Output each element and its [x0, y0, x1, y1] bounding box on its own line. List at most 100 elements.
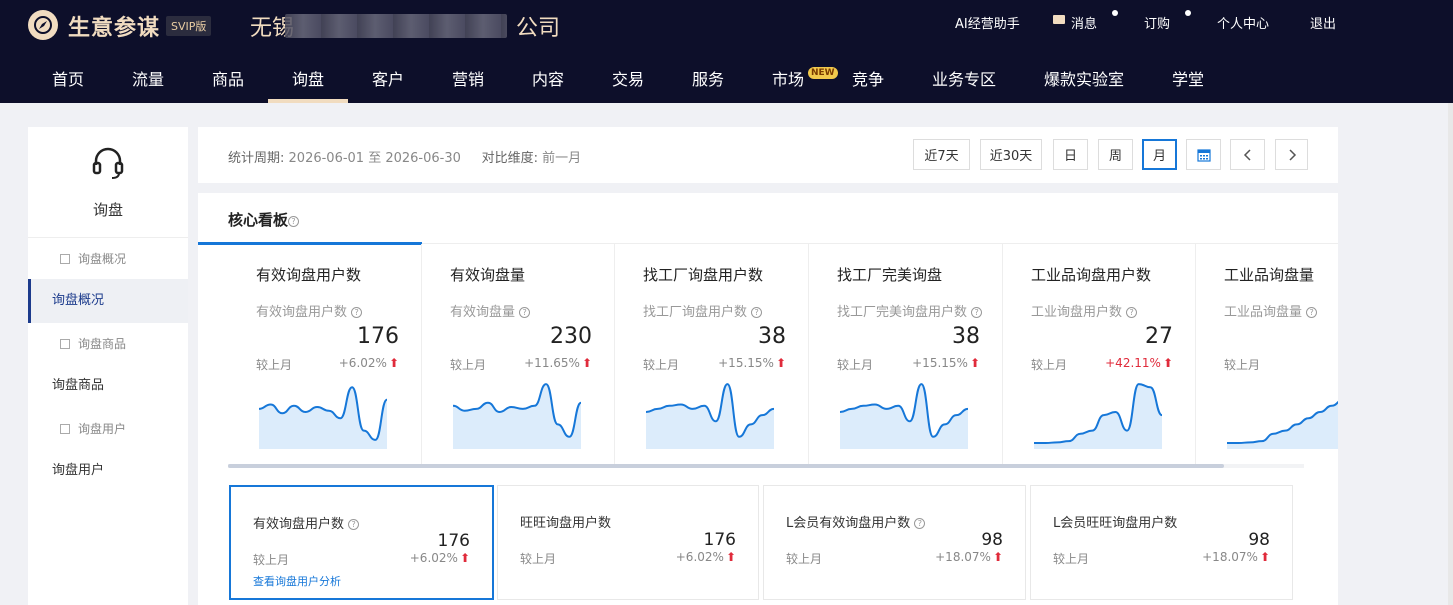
trend-sparkline — [258, 386, 388, 449]
arrow-up-icon: ⬆ — [992, 550, 1003, 564]
sidebar-item-products-sub[interactable]: 询盘商品 — [28, 322, 188, 366]
logout-link[interactable]: 退出 — [1310, 13, 1336, 32]
metric-value: 38 — [952, 324, 980, 349]
arrow-up-icon: ⬆ — [581, 356, 592, 370]
main-nav: 首页 流量 商品 询盘 客户 营销 内容 交易 服务 市场 竞争 业务专区 爆款… — [0, 54, 1453, 103]
nav-content[interactable]: 内容 — [532, 66, 564, 90]
metric-card-effective-inquiries[interactable]: 有效询盘量 有效询盘量 ? 230 较上月 +11.65% ⬆ — [422, 244, 615, 464]
help-icon[interactable]: ? — [1306, 307, 1318, 318]
document-icon — [60, 339, 70, 349]
brand-name[interactable]: 生意参谋 — [68, 10, 160, 42]
personal-center-link[interactable]: 个人中心 — [1217, 13, 1269, 32]
help-icon[interactable]: ? — [1126, 307, 1138, 318]
metric-subtitle: 工业品询盘量 ? — [1224, 301, 1318, 320]
metric-title: 找工厂完美询盘 — [837, 266, 943, 284]
cards-scroll-thumb[interactable] — [228, 464, 1224, 468]
metric-title: 工业品询盘量 — [1224, 266, 1315, 284]
metric-compare-label: 较上月 — [450, 358, 487, 372]
nav-marketing[interactable]: 营销 — [452, 66, 484, 90]
sub-metric-change: +6.02% ⬆ — [676, 550, 736, 564]
nav-trade[interactable]: 交易 — [612, 66, 644, 90]
metric-card-industrial-inquiries[interactable]: 工业品询盘量 工业品询盘量 ? 较上月 — [1196, 244, 1338, 464]
sub-metric-change: +18.07% ⬆ — [1202, 550, 1270, 564]
sub-metric-change-value: +6.02% — [409, 551, 458, 565]
sub-metric-card-wangwang-users[interactable]: 旺旺询盘用户数 176 较上月 +6.02% ⬆ — [497, 485, 759, 600]
sidebar-item-users[interactable]: 询盘用户 — [28, 449, 188, 493]
nav-inquiry[interactable]: 询盘 — [292, 66, 324, 90]
sidebar-item-products[interactable]: 询盘商品 — [28, 364, 188, 408]
sidebar-item-label: 询盘概况 — [78, 252, 127, 266]
nav-product[interactable]: 商品 — [212, 66, 244, 90]
help-icon[interactable]: ? — [288, 216, 300, 227]
nav-business-zone[interactable]: 业务专区 — [932, 66, 996, 90]
nav-customer[interactable]: 客户 — [372, 66, 404, 90]
help-icon[interactable]: ? — [751, 307, 763, 318]
day-button[interactable]: 日 — [1053, 139, 1088, 170]
nav-hot-lab[interactable]: 爆款实验室 — [1044, 66, 1124, 90]
compass-logo-icon[interactable] — [28, 10, 58, 40]
arrow-up-icon: ⬆ — [725, 550, 736, 564]
calendar-button[interactable] — [1186, 139, 1221, 170]
help-icon[interactable]: ? — [351, 307, 363, 318]
sub-metric-title: 旺旺询盘用户数 — [520, 516, 612, 531]
week-button[interactable]: 周 — [1098, 139, 1133, 170]
nav-competition[interactable]: 竞争 — [852, 66, 884, 90]
metric-card-industrial-users[interactable]: 工业品询盘用户数 工业询盘用户数 ? 27 较上月 +42.11% ⬆ — [1003, 244, 1196, 464]
last-30-days-button[interactable]: 近30天 — [980, 139, 1042, 170]
period-info: 统计周期: 2026-06-01 至 2026-06-30 对比维度: 前一月 — [228, 147, 581, 166]
metric-compare-label: 较上月 — [256, 358, 293, 372]
sub-metric-card-l-wangwang-users[interactable]: L会员旺旺询盘用户数 98 较上月 +18.07% ⬆ — [1030, 485, 1293, 600]
help-icon[interactable]: ? — [519, 307, 531, 318]
order-link[interactable]: 订购 — [1144, 13, 1170, 32]
nav-academy[interactable]: 学堂 — [1172, 66, 1204, 90]
sidebar-item-overview[interactable]: 询盘概况 — [28, 279, 188, 323]
mail-icon — [1053, 15, 1065, 24]
nav-traffic[interactable]: 流量 — [132, 66, 164, 90]
sub-metric-card-effective-users[interactable]: 有效询盘用户数 ? 176 较上月 +6.02% ⬆ 查看询盘用户分析 — [229, 485, 494, 600]
help-icon[interactable]: ? — [914, 518, 926, 529]
metric-subtitle-text: 有效询盘用户数 — [256, 305, 348, 320]
sidebar-item-users-sub[interactable]: 询盘用户 — [28, 407, 188, 451]
help-icon[interactable]: ? — [971, 307, 983, 318]
period-value: 2026-06-01 至 2026-06-30 — [288, 151, 461, 166]
sub-metric-value: 176 — [703, 530, 736, 550]
metric-title: 工业品询盘用户数 — [1031, 266, 1152, 284]
help-icon[interactable]: ? — [348, 519, 360, 530]
sidebar-item-overview-sub[interactable]: 询盘概况 — [28, 237, 188, 281]
sub-metric-card-l-effective-users[interactable]: L会员有效询盘用户数 ? 98 较上月 +18.07% ⬆ — [763, 485, 1026, 600]
metric-card-factory-users[interactable]: 找工厂询盘用户数 找工厂询盘用户数 ? 38 较上月 +15.15% ⬆ — [615, 244, 809, 464]
compare-value[interactable]: 前一月 — [542, 151, 581, 166]
metric-change-value: +11.65% — [524, 356, 580, 370]
metric-change: +15.15% ⬆ — [718, 356, 786, 370]
message-link[interactable]: 消息 — [1071, 13, 1097, 32]
trend-sparkline — [452, 383, 582, 449]
next-period-button[interactable] — [1275, 139, 1308, 170]
last-7-days-button[interactable]: 近7天 — [913, 139, 970, 170]
view-user-analysis-link[interactable]: 查看询盘用户分析 — [253, 573, 341, 589]
metric-subtitle: 有效询盘用户数 ? — [256, 301, 363, 320]
trend-area — [646, 384, 774, 449]
sub-metric-change-value: +6.02% — [675, 550, 724, 564]
nav-home[interactable]: 首页 — [52, 66, 84, 90]
sub-metric-change: +6.02% ⬆ — [410, 551, 470, 565]
page-scrollbar[interactable] — [1448, 103, 1453, 605]
metric-card-factory-perfect[interactable]: 找工厂完美询盘 找工厂完美询盘用户数 ? 38 较上月 +15.15% ⬆ — [809, 244, 1003, 464]
metric-change: +42.11% ⬆ — [1105, 356, 1173, 370]
month-button[interactable]: 月 — [1142, 139, 1177, 170]
metric-card-effective-users[interactable]: 有效询盘用户数 有效询盘用户数 ? 176 较上月 +6.02% ⬆ — [228, 244, 422, 464]
trend-area — [453, 384, 581, 449]
compare-label: 对比维度: — [481, 151, 538, 166]
metric-title: 有效询盘量 — [450, 266, 526, 284]
ai-assistant-link[interactable]: AI经营助手 — [955, 13, 1020, 32]
metric-subtitle: 工业询盘用户数 ? — [1031, 301, 1138, 320]
sub-metric-compare-label: 较上月 — [253, 553, 290, 567]
nav-service[interactable]: 服务 — [692, 66, 724, 90]
sub-metric-change-value: +18.07% — [935, 550, 991, 564]
prev-period-button[interactable] — [1230, 139, 1265, 170]
filter-bar: 统计周期: 2026-06-01 至 2026-06-30 对比维度: 前一月 … — [198, 127, 1338, 183]
metric-subtitle-text: 找工厂完美询盘用户数 — [837, 305, 968, 320]
document-icon — [60, 424, 70, 434]
sidebar-item-label: 询盘商品 — [78, 337, 127, 351]
nav-market[interactable]: 市场 — [772, 66, 804, 90]
sub-metric-compare-label: 较上月 — [786, 552, 823, 566]
